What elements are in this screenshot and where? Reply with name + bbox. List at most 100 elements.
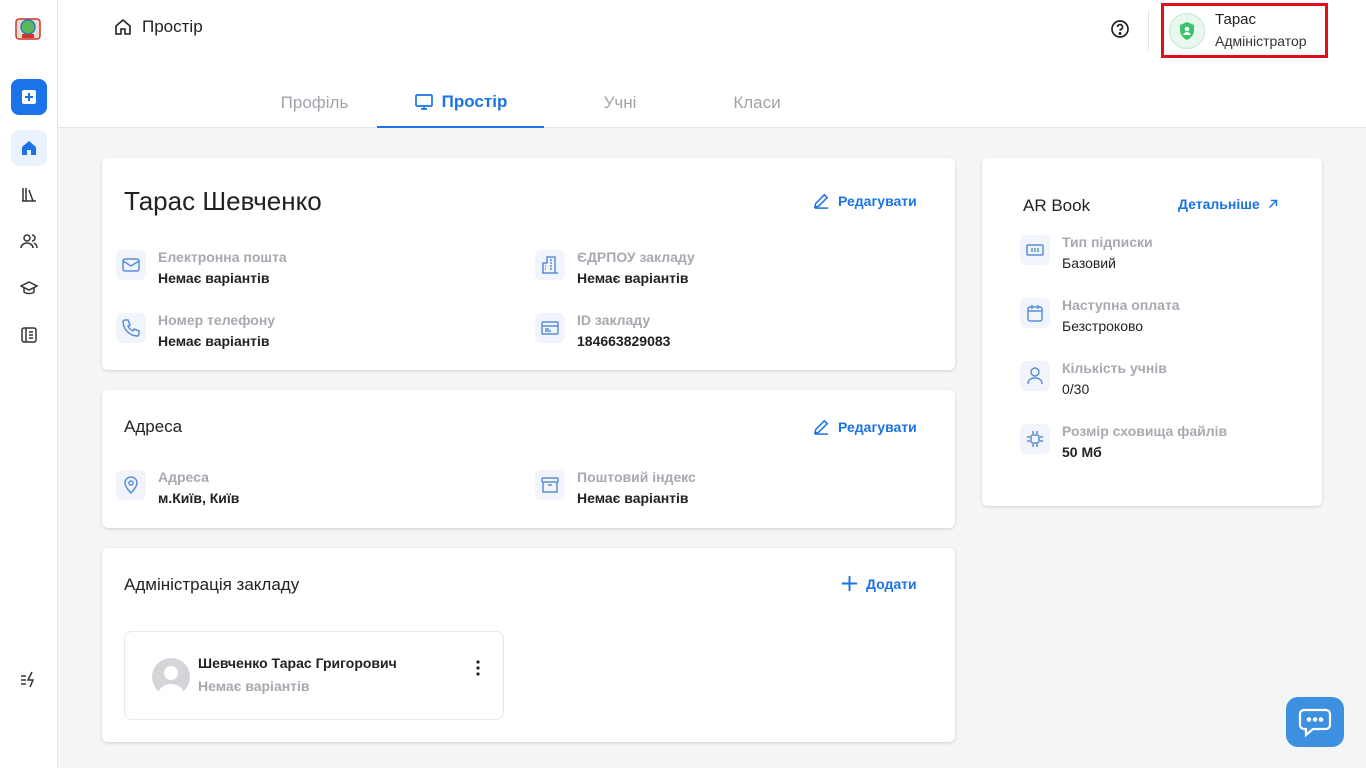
quick-actions-icon xyxy=(21,671,35,688)
home-outline-icon xyxy=(115,18,131,35)
help-icon[interactable] xyxy=(1110,19,1130,39)
field-value: Немає варіантів xyxy=(158,270,270,286)
external-arrow-icon xyxy=(1268,199,1277,208)
subscription-card: AR Book Детальніше Тип підписки Базовий Н… xyxy=(982,158,1322,506)
breadcrumb[interactable]: Простір xyxy=(114,17,203,37)
header: Простір Тарас Адміністратор Профіль Прос… xyxy=(58,0,1366,128)
admin-name: Шевченко Тарас Григорович xyxy=(198,655,397,671)
user-name: Тарас xyxy=(1215,10,1257,28)
admin-list-item[interactable]: Шевченко Тарас Григорович Немає варіанті… xyxy=(124,631,504,720)
email-field: Електронна пошта Немає варіантів xyxy=(116,248,287,290)
edit-label: Редагувати xyxy=(838,192,917,209)
admin-subtitle: Немає варіантів xyxy=(198,678,310,694)
edit-label: Редагувати xyxy=(838,418,917,435)
edrpou-field: ЄДРПОУ закладу Немає варіантів xyxy=(535,248,695,290)
chat-bubble-icon xyxy=(1298,708,1332,737)
field-value: Немає варіантів xyxy=(158,333,270,349)
details-link[interactable]: Детальніше xyxy=(1178,196,1280,212)
field-label: Наступна оплата xyxy=(1062,297,1180,313)
add-icon xyxy=(22,90,36,104)
storage-size-field: Розмір сховища файлів 50 Мб xyxy=(1020,422,1227,464)
location-pin-icon xyxy=(116,470,146,500)
next-payment-field: Наступна оплата Безстроково xyxy=(1020,296,1180,338)
chip-icon xyxy=(1020,424,1050,454)
sidebar-item-quick-actions[interactable] xyxy=(11,661,47,697)
profile-name: Тарас Шевченко xyxy=(124,186,322,216)
sidebar-item-users[interactable] xyxy=(11,223,47,259)
administration-title: Адміністрація закладу xyxy=(124,575,300,594)
pencil-icon xyxy=(813,193,829,209)
tab-bar: Профіль Простір Учні Класи xyxy=(281,77,818,128)
tab-space[interactable]: Простір xyxy=(377,77,544,128)
tab-classes[interactable]: Класи xyxy=(696,77,818,128)
tab-label: Учні xyxy=(603,92,637,112)
monitor-icon xyxy=(414,93,433,110)
add-button[interactable] xyxy=(11,79,47,115)
mail-icon xyxy=(116,250,146,280)
sidebar-item-classes[interactable] xyxy=(11,270,47,306)
phone-field: Номер телефону Немає варіантів xyxy=(116,311,275,353)
address-field: Адреса м.Київ, Київ xyxy=(116,468,239,510)
address-card: Адреса Редагувати Адреса м.Київ, Київ Пош… xyxy=(102,390,955,528)
postal-code-field: Поштовий індекс Немає варіантів xyxy=(535,468,696,510)
sidebar-item-library[interactable] xyxy=(11,176,47,212)
edit-address-button[interactable]: Редагувати xyxy=(812,417,917,436)
pencil-icon xyxy=(813,419,829,435)
support-chat-button[interactable] xyxy=(1286,697,1344,747)
field-value: Базовий xyxy=(1062,255,1116,271)
field-label: ID закладу xyxy=(577,312,651,328)
user-avatar xyxy=(1169,12,1205,49)
field-label: Адреса xyxy=(158,469,209,485)
shield-user-icon xyxy=(1180,21,1194,40)
field-label: Електронна пошта xyxy=(158,249,287,265)
user-menu[interactable]: Тарас Адміністратор xyxy=(1161,3,1328,58)
students-count-field: Кількість учнів 0/30 xyxy=(1020,359,1167,401)
tab-label: Простір xyxy=(441,91,508,111)
subscription-title: AR Book xyxy=(1023,196,1091,215)
tab-label: Класи xyxy=(733,92,781,112)
id-card-icon xyxy=(535,313,565,343)
sidebar xyxy=(0,0,58,768)
library-icon xyxy=(22,188,36,202)
add-label: Додати xyxy=(866,575,917,592)
field-value: 0/30 xyxy=(1062,381,1090,397)
building-icon xyxy=(535,250,565,280)
user-role: Адміністратор xyxy=(1215,32,1307,49)
field-value: Безстроково xyxy=(1062,318,1144,334)
profile-card: Тарас Шевченко Редагувати Електронна пош… xyxy=(102,158,955,370)
journal-icon xyxy=(21,327,37,343)
field-label: Тип підписки xyxy=(1062,234,1153,250)
ticket-icon xyxy=(1020,235,1050,265)
field-label: ЄДРПОУ закладу xyxy=(577,249,695,265)
breadcrumb-label: Простір xyxy=(142,17,203,36)
field-label: Кількість учнів xyxy=(1062,360,1167,376)
calendar-icon xyxy=(1020,298,1050,328)
more-options-icon[interactable] xyxy=(475,660,481,676)
field-label: Номер телефону xyxy=(158,312,276,328)
phone-icon xyxy=(116,313,146,343)
sidebar-item-journal[interactable] xyxy=(11,317,47,353)
administration-card: Адміністрація закладу Додати Шевченко Та… xyxy=(102,548,955,742)
field-value: Немає варіантів xyxy=(577,270,689,286)
sidebar-item-home[interactable] xyxy=(11,130,47,166)
school-id-field: ID закладу 184663829083 xyxy=(535,311,670,353)
field-value: Немає варіантів xyxy=(577,490,689,506)
tab-students[interactable]: Учні xyxy=(544,77,696,128)
field-label: Поштовий індекс xyxy=(577,469,696,485)
tab-profile[interactable]: Профіль xyxy=(252,77,377,128)
user-icon xyxy=(1020,361,1050,391)
plus-icon xyxy=(841,575,858,592)
details-label: Детальніше xyxy=(1178,196,1260,212)
address-title: Адреса xyxy=(124,417,183,436)
field-value: 50 Мб xyxy=(1062,444,1102,460)
header-divider xyxy=(1148,10,1149,50)
edit-profile-button[interactable]: Редагувати xyxy=(812,191,917,210)
avatar xyxy=(152,658,190,696)
app-logo-icon[interactable] xyxy=(14,13,42,41)
subscription-type-field: Тип підписки Базовий xyxy=(1020,233,1153,275)
field-value: м.Київ, Київ xyxy=(158,490,240,506)
home-icon xyxy=(22,141,36,155)
add-admin-button[interactable]: Додати xyxy=(840,574,917,593)
graduation-cap-icon xyxy=(20,281,38,295)
users-icon xyxy=(20,234,38,249)
